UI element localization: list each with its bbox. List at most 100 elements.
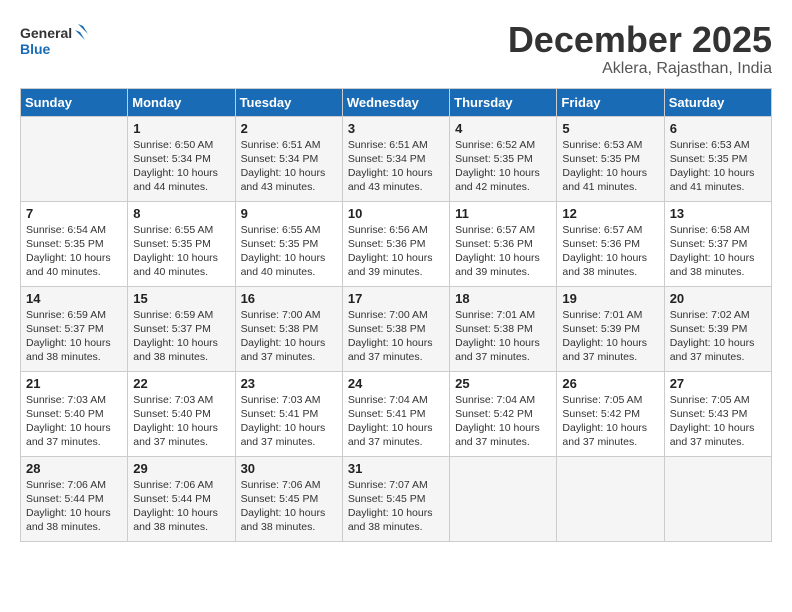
day-info: Sunrise: 7:00 AM Sunset: 5:38 PM Dayligh… — [348, 308, 444, 365]
day-cell: 25 Sunrise: 7:04 AM Sunset: 5:42 PM Dayli… — [450, 371, 557, 456]
day-info: Sunrise: 6:56 AM Sunset: 5:36 PM Dayligh… — [348, 223, 444, 280]
title-block: December 2025 Aklera, Rajasthan, India — [508, 20, 772, 78]
day-info: Sunrise: 7:04 AM Sunset: 5:42 PM Dayligh… — [455, 393, 551, 450]
day-number: 2 — [241, 121, 337, 136]
svg-text:General: General — [20, 25, 72, 41]
day-info: Sunrise: 7:06 AM Sunset: 5:44 PM Dayligh… — [26, 478, 122, 535]
day-number: 24 — [348, 376, 444, 391]
day-number: 1 — [133, 121, 229, 136]
logo: GeneralBlue — [20, 20, 90, 60]
day-cell: 5 Sunrise: 6:53 AM Sunset: 5:35 PM Daylig… — [557, 116, 664, 201]
day-info: Sunrise: 7:07 AM Sunset: 5:45 PM Dayligh… — [348, 478, 444, 535]
day-cell: 12 Sunrise: 6:57 AM Sunset: 5:36 PM Dayli… — [557, 201, 664, 286]
day-number: 27 — [670, 376, 766, 391]
col-header-friday: Friday — [557, 88, 664, 116]
day-cell: 8 Sunrise: 6:55 AM Sunset: 5:35 PM Daylig… — [128, 201, 235, 286]
col-header-tuesday: Tuesday — [235, 88, 342, 116]
day-info: Sunrise: 7:01 AM Sunset: 5:38 PM Dayligh… — [455, 308, 551, 365]
day-cell: 10Sunrise: 6:56 AM Sunset: 5:36 PM Dayli… — [342, 201, 449, 286]
day-cell: 28 Sunrise: 7:06 AM Sunset: 5:44 PM Dayli… — [21, 456, 128, 541]
day-cell: 29 Sunrise: 7:06 AM Sunset: 5:44 PM Dayli… — [128, 456, 235, 541]
col-header-saturday: Saturday — [664, 88, 771, 116]
day-info: Sunrise: 6:53 AM Sunset: 5:35 PM Dayligh… — [670, 138, 766, 195]
day-number: 30 — [241, 461, 337, 476]
day-number: 20 — [670, 291, 766, 306]
day-number: 13 — [670, 206, 766, 221]
day-info: Sunrise: 7:05 AM Sunset: 5:42 PM Dayligh… — [562, 393, 658, 450]
day-info: Sunrise: 6:59 AM Sunset: 5:37 PM Dayligh… — [26, 308, 122, 365]
day-info: Sunrise: 7:03 AM Sunset: 5:41 PM Dayligh… — [241, 393, 337, 450]
day-info: Sunrise: 7:00 AM Sunset: 5:38 PM Dayligh… — [241, 308, 337, 365]
week-row-5: 28 Sunrise: 7:06 AM Sunset: 5:44 PM Dayli… — [21, 456, 772, 541]
header-row: SundayMondayTuesdayWednesdayThursdayFrid… — [21, 88, 772, 116]
day-info: Sunrise: 6:53 AM Sunset: 5:35 PM Dayligh… — [562, 138, 658, 195]
day-cell: 21 Sunrise: 7:03 AM Sunset: 5:40 PM Dayli… — [21, 371, 128, 456]
day-number: 5 — [562, 121, 658, 136]
day-info: Sunrise: 6:55 AM Sunset: 5:35 PM Dayligh… — [241, 223, 337, 280]
day-cell: 23 Sunrise: 7:03 AM Sunset: 5:41 PM Dayli… — [235, 371, 342, 456]
day-cell: 2 Sunrise: 6:51 AM Sunset: 5:34 PM Daylig… — [235, 116, 342, 201]
day-number: 23 — [241, 376, 337, 391]
day-number: 25 — [455, 376, 551, 391]
day-info: Sunrise: 7:03 AM Sunset: 5:40 PM Dayligh… — [26, 393, 122, 450]
day-number: 31 — [348, 461, 444, 476]
day-cell: 1 Sunrise: 6:50 AM Sunset: 5:34 PM Daylig… — [128, 116, 235, 201]
day-info: Sunrise: 7:03 AM Sunset: 5:40 PM Dayligh… — [133, 393, 229, 450]
day-info: Sunrise: 7:06 AM Sunset: 5:45 PM Dayligh… — [241, 478, 337, 535]
day-cell: 11 Sunrise: 6:57 AM Sunset: 5:36 PM Dayli… — [450, 201, 557, 286]
day-info: Sunrise: 6:51 AM Sunset: 5:34 PM Dayligh… — [241, 138, 337, 195]
day-number: 22 — [133, 376, 229, 391]
day-cell — [557, 456, 664, 541]
day-info: Sunrise: 7:06 AM Sunset: 5:44 PM Dayligh… — [133, 478, 229, 535]
day-info: Sunrise: 7:01 AM Sunset: 5:39 PM Dayligh… — [562, 308, 658, 365]
page-header: GeneralBlue December 2025 Aklera, Rajast… — [20, 20, 772, 78]
day-number: 9 — [241, 206, 337, 221]
day-number: 19 — [562, 291, 658, 306]
day-number: 17 — [348, 291, 444, 306]
day-cell: 16Sunrise: 7:00 AM Sunset: 5:38 PM Dayli… — [235, 286, 342, 371]
day-cell: 30 Sunrise: 7:06 AM Sunset: 5:45 PM Dayli… — [235, 456, 342, 541]
day-info: Sunrise: 7:02 AM Sunset: 5:39 PM Dayligh… — [670, 308, 766, 365]
logo-svg: GeneralBlue — [20, 20, 90, 60]
week-row-4: 21 Sunrise: 7:03 AM Sunset: 5:40 PM Dayli… — [21, 371, 772, 456]
day-cell: 13 Sunrise: 6:58 AM Sunset: 5:37 PM Dayli… — [664, 201, 771, 286]
day-info: Sunrise: 6:50 AM Sunset: 5:34 PM Dayligh… — [133, 138, 229, 195]
day-cell — [450, 456, 557, 541]
day-number: 11 — [455, 206, 551, 221]
day-number: 7 — [26, 206, 122, 221]
day-number: 12 — [562, 206, 658, 221]
day-info: Sunrise: 6:58 AM Sunset: 5:37 PM Dayligh… — [670, 223, 766, 280]
day-cell: 22 Sunrise: 7:03 AM Sunset: 5:40 PM Dayli… — [128, 371, 235, 456]
day-number: 4 — [455, 121, 551, 136]
day-number: 15 — [133, 291, 229, 306]
day-number: 14 — [26, 291, 122, 306]
day-cell: 4 Sunrise: 6:52 AM Sunset: 5:35 PM Daylig… — [450, 116, 557, 201]
day-info: Sunrise: 7:05 AM Sunset: 5:43 PM Dayligh… — [670, 393, 766, 450]
day-info: Sunrise: 6:59 AM Sunset: 5:37 PM Dayligh… — [133, 308, 229, 365]
day-cell — [664, 456, 771, 541]
day-number: 28 — [26, 461, 122, 476]
day-number: 29 — [133, 461, 229, 476]
day-number: 21 — [26, 376, 122, 391]
day-cell: 20 Sunrise: 7:02 AM Sunset: 5:39 PM Dayli… — [664, 286, 771, 371]
week-row-3: 14 Sunrise: 6:59 AM Sunset: 5:37 PM Dayli… — [21, 286, 772, 371]
day-info: Sunrise: 7:04 AM Sunset: 5:41 PM Dayligh… — [348, 393, 444, 450]
week-row-1: 1 Sunrise: 6:50 AM Sunset: 5:34 PM Daylig… — [21, 116, 772, 201]
day-cell: 7Sunrise: 6:54 AM Sunset: 5:35 PM Daylig… — [21, 201, 128, 286]
day-info: Sunrise: 6:55 AM Sunset: 5:35 PM Dayligh… — [133, 223, 229, 280]
col-header-sunday: Sunday — [21, 88, 128, 116]
col-header-wednesday: Wednesday — [342, 88, 449, 116]
day-info: Sunrise: 6:52 AM Sunset: 5:35 PM Dayligh… — [455, 138, 551, 195]
day-number: 18 — [455, 291, 551, 306]
day-info: Sunrise: 6:57 AM Sunset: 5:36 PM Dayligh… — [562, 223, 658, 280]
day-info: Sunrise: 6:57 AM Sunset: 5:36 PM Dayligh… — [455, 223, 551, 280]
day-number: 26 — [562, 376, 658, 391]
day-cell: 9 Sunrise: 6:55 AM Sunset: 5:35 PM Daylig… — [235, 201, 342, 286]
day-info: Sunrise: 6:51 AM Sunset: 5:34 PM Dayligh… — [348, 138, 444, 195]
calendar-table: SundayMondayTuesdayWednesdayThursdayFrid… — [20, 88, 772, 542]
day-number: 8 — [133, 206, 229, 221]
day-cell: 19 Sunrise: 7:01 AM Sunset: 5:39 PM Dayli… — [557, 286, 664, 371]
day-cell: 14 Sunrise: 6:59 AM Sunset: 5:37 PM Dayli… — [21, 286, 128, 371]
day-number: 3 — [348, 121, 444, 136]
day-cell — [21, 116, 128, 201]
